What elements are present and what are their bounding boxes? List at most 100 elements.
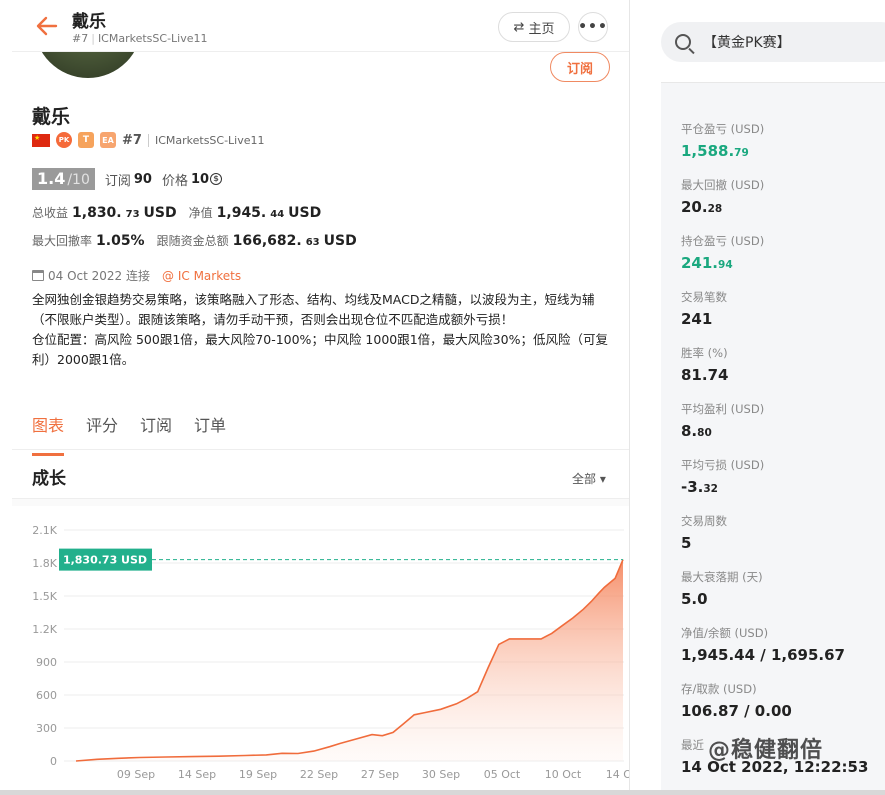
drawdown-funds-row: 最大回撤率 1.05% 跟随资金总额 166,682. 63 USD <box>32 232 365 249</box>
connect-date: 04 Oct 2022 连接 <box>48 269 151 283</box>
stat-label: 平均亏损 (USD) <box>681 458 765 472</box>
stat-value-decimal: 79 <box>734 147 749 159</box>
calendar-icon <box>32 270 44 281</box>
stat-label: 平仓盈亏 (USD) <box>681 122 765 136</box>
stat-label: 净值/余额 (USD) <box>681 626 769 640</box>
tab-subscribe[interactable]: 订阅 <box>140 412 172 444</box>
y-tick-label: 600 <box>36 689 57 702</box>
back-arrow-icon[interactable] <box>36 16 58 36</box>
stat-label: 持仓盈亏 (USD) <box>681 234 765 248</box>
china-flag-icon <box>32 133 50 147</box>
range-dropdown[interactable]: 全部 ▾ <box>572 470 606 487</box>
stat-value-decimal: 32 <box>703 483 718 495</box>
search-text: 【黄金PK赛】 <box>703 35 791 51</box>
stat-value: 1,945.44 / 1,695.67 <box>681 646 845 664</box>
stat-item: 胜率 (%) 81.74 <box>681 345 728 384</box>
score-total: /10 <box>67 172 90 188</box>
stat-value: 106.87 / 0.00 <box>681 702 792 720</box>
stat-value-decimal: 28 <box>707 203 723 215</box>
equity-currency: USD <box>288 205 322 221</box>
swap-icon: ⇄ <box>513 19 525 35</box>
connect-date-row: 04 Oct 2022 连接 @ IC Markets <box>32 267 241 284</box>
header-broker: ICMarketsSC-Live11 <box>97 32 208 45</box>
max-drawdown-label: 最大回撤率 <box>32 234 93 248</box>
tab-rating[interactable]: 评分 <box>86 412 118 444</box>
x-tick-label: 09 Sep <box>117 768 155 781</box>
x-tick-label: 27 Sep <box>361 768 399 781</box>
stat-label: 交易笔数 <box>681 290 727 304</box>
stat-item: 最大衰落期 (天) 5.0 <box>681 569 763 608</box>
stat-label: 胜率 (%) <box>681 346 728 360</box>
stat-item: 交易周数 5 <box>681 513 727 552</box>
stat-value-decimal: 94 <box>718 259 733 271</box>
stat-value: 20.28 <box>681 198 723 216</box>
section-divider <box>12 498 629 506</box>
price-label: 价格 <box>161 173 188 189</box>
header-trader-name: 戴乐 <box>72 12 106 32</box>
x-tick-label: 22 Sep <box>300 768 338 781</box>
trader-profile-panel: 戴乐 #7 | ICMarketsSC-Live11 ⇄ 主页 ••• 订阅 戴乐 … <box>12 0 630 795</box>
broker-link[interactable]: @ IC Markets <box>162 269 241 283</box>
right-panel: 【黄金PK赛】 平仓盈亏 (USD) 1,588.79 最大回撤 (USD) 20.2… <box>642 0 885 795</box>
subscribe-button[interactable]: 订阅 <box>550 52 610 82</box>
growth-area <box>76 559 623 761</box>
y-tick-label: 2.1K <box>32 524 57 537</box>
search-input[interactable]: 【黄金PK赛】 <box>661 22 885 62</box>
description-line-2: 仓位配置：高风险 500跟1倍，最大风险70-100%；中风险 1000跟1倍，… <box>32 332 608 367</box>
score-badge: 1.4 /10 <box>32 168 95 190</box>
y-tick-label: 900 <box>36 656 57 669</box>
y-tick-label: 1.2K <box>32 623 57 636</box>
badge-row: PK T EA #7 ICMarketsSC-Live11 <box>32 131 265 149</box>
stat-label: 最大回撤 (USD) <box>681 178 765 192</box>
x-tick-label: 10 Oct <box>545 768 582 781</box>
score-row: 1.4 /10 订阅 90 价格 10 $ <box>32 168 223 190</box>
stat-item: 净值/余额 (USD) 1,945.44 / 1,695.67 <box>681 625 845 664</box>
score-value: 1.4 <box>37 169 66 188</box>
follow-funds-currency: USD <box>323 233 357 249</box>
header-subtitle: #7 | ICMarketsSC-Live11 <box>72 32 208 45</box>
stat-item: 持仓盈亏 (USD) 241.94 <box>681 233 764 272</box>
total-profit-value: 1,830. <box>72 205 122 221</box>
growth-title: 成长 <box>32 469 66 489</box>
x-tick-label: 19 Sep <box>239 768 277 781</box>
tab-bar: 图表 评分 订阅 订单 <box>32 412 226 456</box>
x-tick-label: 30 Sep <box>422 768 460 781</box>
tab-orders[interactable]: 订单 <box>194 412 226 444</box>
follow-funds-label: 跟随资金总额 <box>156 234 229 248</box>
stat-value: 5 <box>681 534 692 552</box>
more-options-button[interactable]: ••• <box>578 12 608 42</box>
stat-label: 交易周数 <box>681 514 727 528</box>
stat-item: 最大回撤 (USD) 20.28 <box>681 177 764 216</box>
rank-badge: #7 <box>122 132 142 148</box>
more-icon: ••• <box>578 19 608 35</box>
stat-value: -3.32 <box>681 478 718 496</box>
x-tick-label: 14 Oct <box>606 768 630 781</box>
stat-item: 平均盈利 (USD) 8.80 <box>681 401 764 440</box>
growth-chart: 0 300 600 900 1.2K 1.5K 1.8K 2.1K 09 Sep 14 Sep 19… <box>32 524 630 781</box>
total-profit-label: 总收益 <box>32 206 69 220</box>
stat-value: 8.80 <box>681 422 712 440</box>
stat-item: 平仓盈亏 (USD) 1,588.79 <box>681 121 764 160</box>
trader-name: 戴乐 <box>32 106 71 128</box>
home-button[interactable]: ⇄ 主页 <box>498 12 570 42</box>
stat-label: 存/取款 (USD) <box>681 682 757 696</box>
search-icon <box>675 34 691 50</box>
y-tick-label: 1.5K <box>32 590 57 603</box>
stat-item: 交易笔数 241 <box>681 289 727 328</box>
description-line-1: 全网独创金银趋势交易策略，该策略融入了形态、结构、均线及MACD之精髓，以波段为… <box>32 292 595 327</box>
equity-decimal: 44 <box>270 209 285 220</box>
stat-label: 最大衰落期 (天) <box>681 570 763 584</box>
x-tick-label: 05 Oct <box>484 768 521 781</box>
strategy-description: 全网独创金银趋势交易策略，该策略融入了形态、结构、均线及MACD之精髓，以波段为… <box>32 290 612 370</box>
equity-value: 1,945. <box>216 205 267 221</box>
tab-divider <box>12 449 629 450</box>
tab-chart[interactable]: 图表 <box>32 412 65 456</box>
subs-label: 订阅 <box>104 173 131 189</box>
t-badge-icon: T <box>78 132 94 148</box>
stats-panel: 平仓盈亏 (USD) 1,588.79 最大回撤 (USD) 20.28 持仓盈亏 (U… <box>661 82 885 795</box>
home-button-label: 主页 <box>528 21 555 37</box>
header-rank: #7 <box>72 32 89 45</box>
follow-funds-decimal: 63 <box>305 237 320 248</box>
subs-value: 90 <box>133 171 152 187</box>
max-drawdown-value: 1.05% <box>96 233 145 249</box>
